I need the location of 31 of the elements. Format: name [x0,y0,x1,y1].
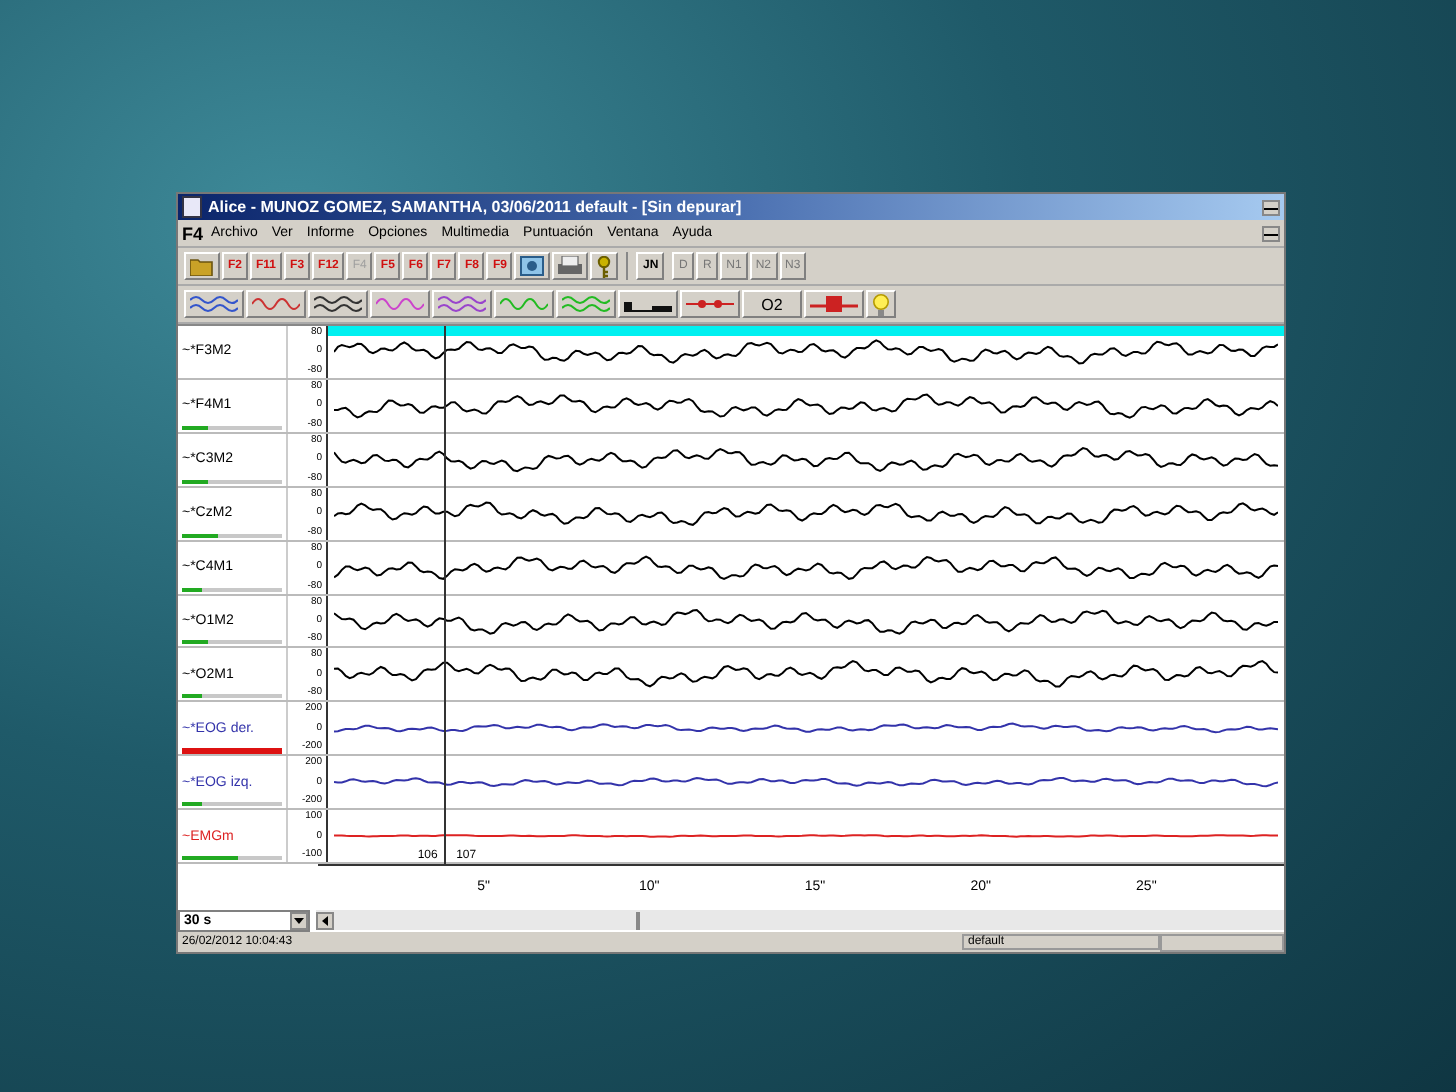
status-panel [1160,933,1284,951]
event-line-icon [810,294,858,314]
event-button[interactable] [804,290,864,318]
app-icon [182,196,202,218]
app-logo: F4 [182,223,204,243]
dropdown-arrow-icon [294,917,304,923]
waveform-icon [190,294,238,314]
waveform-icon [314,294,362,314]
hypnogram-button[interactable] [618,290,678,318]
light-bulb-icon [872,293,890,315]
window-title: Alice - MUNOZ GOMEZ, SAMANTHA, 03/06/2011 default - [Sin depurar] [208,198,744,216]
waveform-icon [252,294,300,314]
oxygen-button[interactable]: O2 [742,290,802,318]
print-button[interactable] [552,252,589,280]
minimize-button[interactable] [1262,199,1280,215]
open-folder-button[interactable] [184,252,220,280]
waveform-view-button[interactable] [184,290,244,318]
waveform-icon [438,294,486,314]
waveform-icon [376,294,424,314]
waveform-view-button[interactable] [308,290,368,318]
waveform-icon [500,294,548,314]
waveform-icon [562,294,610,314]
marker-button[interactable] [680,290,740,318]
horizontal-scrollbar[interactable] [316,910,1284,930]
dots-line-icon [686,294,734,314]
scroll-left-icon [322,915,328,925]
key-button[interactable] [590,252,619,280]
light-button[interactable] [866,290,896,318]
preview-button[interactable] [514,252,551,280]
scroll-thumb[interactable] [635,911,640,929]
restore-button[interactable] [1262,225,1280,241]
